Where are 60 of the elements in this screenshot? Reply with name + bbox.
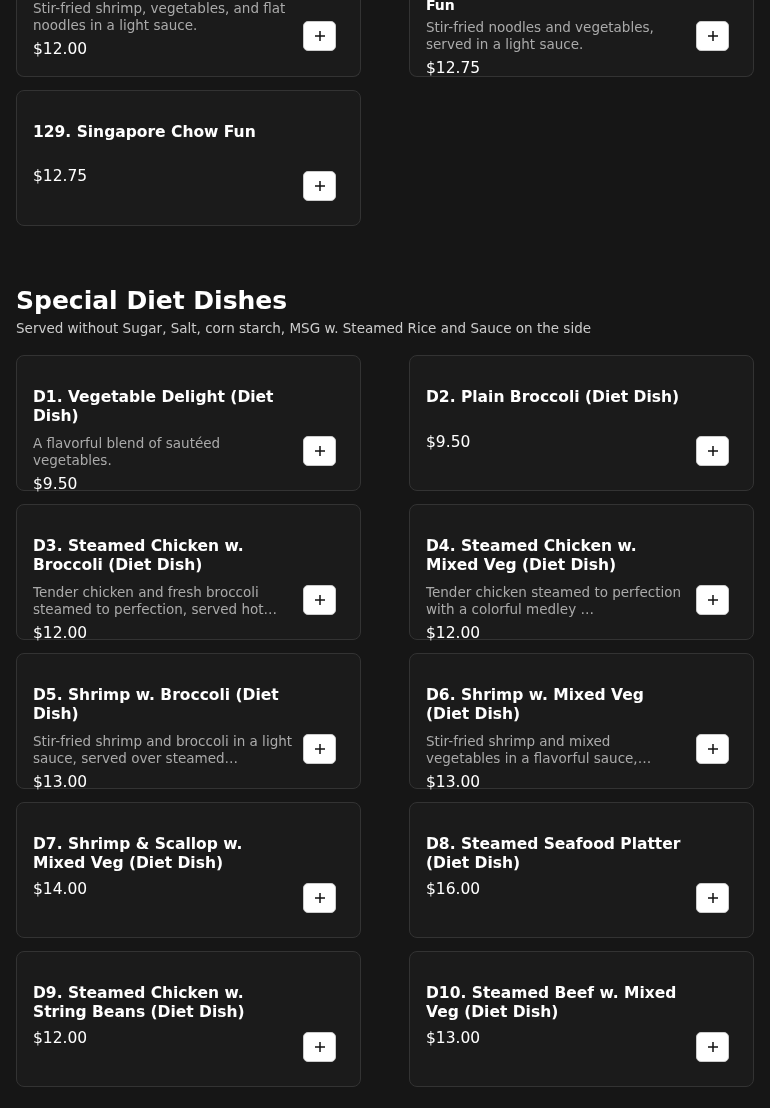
plus-icon xyxy=(706,743,719,755)
item-title: D8. Steamed Seafood Platter (Diet Dish) xyxy=(426,835,682,873)
item-title: D3. Steamed Chicken w. Broccoli (Diet Dish) xyxy=(33,537,245,575)
item-price: $12.00 xyxy=(33,40,89,58)
add-button[interactable] xyxy=(696,883,729,913)
plus-icon xyxy=(313,892,326,904)
plus-icon xyxy=(706,445,719,457)
add-button[interactable] xyxy=(303,436,336,466)
add-button[interactable] xyxy=(303,1032,336,1062)
item-description: Tender chicken and fresh broccoli steamed to perfection, served hot… xyxy=(33,584,279,618)
item-description: A flavorful blend of sautéed vegetables. xyxy=(33,435,222,469)
add-button[interactable] xyxy=(303,171,336,201)
item-price: $12.75 xyxy=(426,59,482,77)
plus-icon xyxy=(313,180,326,192)
item-title: D10. Steamed Beef w. Mixed Veg (Diet Dish) xyxy=(426,984,678,1022)
section-title: Special Diet Dishes xyxy=(16,286,289,316)
item-title: 129. Singapore Chow Fun xyxy=(33,123,257,143)
item-price: $13.00 xyxy=(426,773,482,791)
add-button[interactable] xyxy=(696,21,729,51)
add-button[interactable] xyxy=(696,1032,729,1062)
plus-icon xyxy=(706,30,719,42)
add-button[interactable] xyxy=(303,585,336,615)
section-subtitle: Served without Sugar, Salt, corn starch, MSG w. Steamed Rice and Sauce on the side xyxy=(16,320,593,336)
item-title: D7. Shrimp & Scallop w. Mixed Veg (Diet Dish) xyxy=(33,835,244,873)
item-title: D6. Shrimp w. Mixed Veg (Diet Dish) xyxy=(426,686,645,724)
item-price: $9.50 xyxy=(426,433,472,451)
plus-icon xyxy=(313,743,326,755)
item-title: D5. Shrimp w. Broccoli (Diet Dish) xyxy=(33,686,280,724)
item-description: Stir-fried shrimp and broccoli in a light sauce, served over steamed… xyxy=(33,733,294,767)
item-price: $16.00 xyxy=(426,880,482,898)
item-title: D9. Steamed Chicken w. String Beans (Diet Dish) xyxy=(33,984,246,1022)
add-button[interactable] xyxy=(303,734,336,764)
item-description: Stir-fried noodles and vegetables, served in a light sauce. xyxy=(426,19,655,53)
item-description: Tender chicken steamed to perfection with a colorful medley … xyxy=(426,584,682,618)
item-price: $14.00 xyxy=(33,880,89,898)
item-description: Stir-fried shrimp and mixed vegetables in a flavorful sauce,… xyxy=(426,733,653,767)
item-price: $13.00 xyxy=(33,773,89,791)
plus-icon xyxy=(706,1041,719,1053)
plus-icon xyxy=(313,594,326,606)
item-price: $13.00 xyxy=(426,1029,482,1047)
item-price: $12.00 xyxy=(426,624,482,642)
plus-icon xyxy=(313,30,326,42)
add-button[interactable] xyxy=(303,883,336,913)
plus-icon xyxy=(313,1041,326,1053)
plus-icon xyxy=(706,892,719,904)
add-button[interactable] xyxy=(303,21,336,51)
add-button[interactable] xyxy=(696,734,729,764)
item-title: D2. Plain Broccoli (Diet Dish) xyxy=(426,388,681,408)
item-price: $12.00 xyxy=(33,624,89,642)
plus-icon xyxy=(706,594,719,606)
item-title: Fun xyxy=(426,0,456,10)
add-button[interactable] xyxy=(696,436,729,466)
item-price: $12.00 xyxy=(33,1029,89,1047)
item-price: $12.75 xyxy=(33,167,89,185)
plus-icon xyxy=(313,445,326,457)
item-title: D1. Vegetable Delight (Diet Dish) xyxy=(33,388,275,426)
item-description: Stir-fried shrimp, vegetables, and flat noodles in a light sauce. xyxy=(33,0,287,34)
item-price: $9.50 xyxy=(33,475,79,493)
add-button[interactable] xyxy=(696,585,729,615)
item-title: D4. Steamed Chicken w. Mixed Veg (Diet Dish) xyxy=(426,537,638,575)
